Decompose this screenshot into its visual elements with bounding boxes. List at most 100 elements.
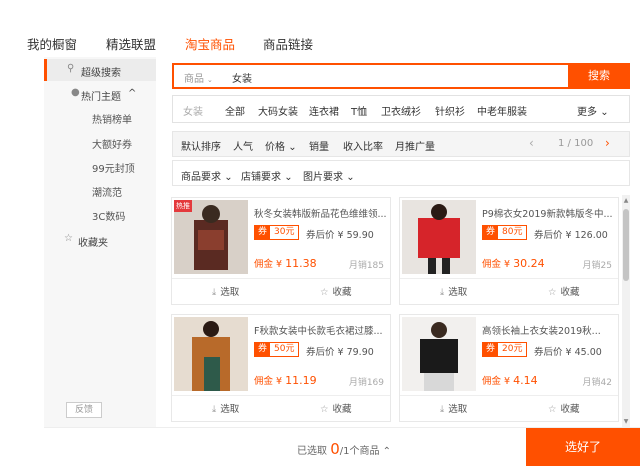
category-hoodie[interactable]: 卫衣绒衫	[381, 103, 421, 118]
sidebar-sub-99-cap[interactable]: 99元封顶	[92, 160, 135, 175]
download-icon: ⤓	[440, 287, 445, 298]
sidebar-sub-trend[interactable]: 潮流范	[92, 184, 122, 199]
category-dress[interactable]: 连衣裙	[309, 103, 339, 118]
select-button[interactable]: ⤓ 选取	[212, 284, 239, 298]
flame-icon: ●	[71, 87, 80, 98]
coupon-value: 20元	[502, 344, 523, 354]
selection-summary[interactable]: 已选取 0/1个商品 ⌃	[297, 440, 391, 458]
category-plus-size[interactable]: 大码女装	[258, 103, 298, 118]
commission-label: 佣金 ¥	[482, 259, 511, 270]
after-coupon-price: 券后价 ¥ 126.00	[534, 230, 608, 241]
sort-default[interactable]: 默认排序	[181, 138, 221, 153]
category-tshirt[interactable]: T恤	[351, 103, 367, 118]
scroll-up-icon[interactable]: ▲	[622, 197, 630, 204]
product-title[interactable]: 秋冬女装韩版新品花色维维领...	[254, 206, 386, 220]
star-icon: ☆	[548, 404, 557, 415]
select-button[interactable]: ⤓ 选取	[212, 401, 239, 415]
sort-sales[interactable]: 销量	[309, 138, 329, 153]
sidebar-item-super-search[interactable]: ⚲ 超级搜索	[44, 59, 156, 81]
commission: 佣金 ¥ 30.24	[482, 256, 545, 270]
commission-value: 30.24	[513, 257, 545, 270]
collect-button[interactable]: ☆ 收藏	[320, 401, 352, 415]
after-coupon-price: 券后价 ¥ 59.90	[306, 230, 374, 241]
card-divider	[172, 395, 390, 396]
search-button[interactable]: 搜索	[568, 63, 630, 89]
coupon-label: 券	[255, 226, 271, 239]
results-scrollbar[interactable]: ▲ ▼	[622, 195, 630, 427]
download-icon: ⤓	[212, 287, 217, 298]
tab-my-window[interactable]: 我的橱窗	[27, 34, 77, 53]
coupon-value: 30元	[274, 227, 295, 237]
commission-value: 4.14	[513, 374, 538, 387]
collect-button[interactable]: ☆ 收藏	[548, 401, 580, 415]
product-image[interactable]	[174, 317, 248, 391]
product-image[interactable]	[402, 200, 476, 274]
filter-image-req[interactable]: 图片要求 ⌄	[303, 168, 355, 183]
chevron-down-icon: ⌄	[284, 172, 293, 183]
sidebar-item-hot-topics[interactable]: ● 热门主题 ^	[44, 83, 156, 105]
sort-income-ratio[interactable]: 收入比率	[343, 138, 383, 153]
coupon-value: 80元	[502, 227, 523, 237]
pager-next-icon[interactable]: ›	[605, 136, 610, 150]
feedback-button[interactable]: 反馈	[66, 402, 102, 418]
selection-suffix: /1个商品	[339, 446, 380, 457]
product-card[interactable]: P9棉衣女2019新款韩版冬中... 券 80元 券后价 ¥ 126.00 佣金 …	[399, 197, 619, 305]
commission: 佣金 ¥ 11.19	[254, 373, 317, 387]
chevron-down-icon: ⌄	[346, 172, 355, 183]
sidebar-item-favorites[interactable]: ☆ 收藏夹	[44, 229, 156, 251]
category-knitwear[interactable]: 针织衫	[435, 103, 465, 118]
product-card[interactable]: 高领长袖上衣女装2019秋... 券 20元 券后价 ¥ 45.00 佣金 ¥ 4…	[399, 314, 619, 422]
top-tabs: 我的橱窗 精选联盟 淘宝商品 商品链接	[0, 28, 640, 56]
pager-info: 1 / 100	[558, 138, 594, 149]
monthly-sales: 月销185	[348, 261, 384, 271]
product-title[interactable]: F秋款女装中长款毛衣裙过膝...	[254, 323, 386, 337]
coupon-badge: 券 50元	[254, 342, 300, 357]
sort-price[interactable]: 价格 ⌄	[265, 138, 297, 153]
coupon-label: 券	[483, 226, 499, 239]
chevron-down-icon: ⌄	[224, 172, 233, 183]
collect-label: 收藏	[560, 404, 580, 415]
product-title[interactable]: 高领长袖上衣女装2019秋...	[482, 323, 614, 337]
sort-monthly-promo[interactable]: 月推广量	[395, 138, 435, 153]
filter-bar: 商品要求 ⌄ 店铺要求 ⌄ 图片要求 ⌄	[172, 160, 630, 186]
search-scope-select[interactable]: 商品 ⌄	[184, 70, 213, 85]
collect-button[interactable]: ☆ 收藏	[548, 284, 580, 298]
search-input[interactable]: 女装	[232, 70, 252, 85]
product-image[interactable]: 热推	[174, 200, 248, 274]
star-icon: ☆	[320, 287, 329, 298]
filter-shop-req[interactable]: 店铺要求 ⌄	[241, 168, 293, 183]
scroll-down-icon[interactable]: ▼	[622, 418, 630, 425]
pager-prev-icon[interactable]: ‹	[529, 136, 534, 150]
sidebar-item-label: 热门主题	[81, 92, 121, 103]
product-title[interactable]: P9棉衣女2019新款韩版冬中...	[482, 206, 614, 220]
coupon-badge: 券 30元	[254, 225, 300, 240]
sort-popularity[interactable]: 人气	[233, 138, 253, 153]
chevron-up-icon: ^	[128, 88, 137, 99]
tab-taobao-products[interactable]: 淘宝商品	[185, 34, 235, 53]
done-button[interactable]: 选好了	[526, 428, 640, 466]
tab-product-link[interactable]: 商品链接	[263, 34, 313, 53]
category-elderly[interactable]: 中老年服装	[477, 103, 527, 118]
product-image[interactable]	[402, 317, 476, 391]
product-card[interactable]: F秋款女装中长款毛衣裙过膝... 券 50元 券后价 ¥ 79.90 佣金 ¥ 1…	[171, 314, 391, 422]
select-button[interactable]: ⤓ 选取	[440, 284, 467, 298]
product-card[interactable]: 热推 秋冬女装韩版新品花色维维领... 券 30元 券后价 ¥ 59.90 佣金 …	[171, 197, 391, 305]
scrollbar-thumb[interactable]	[623, 209, 629, 281]
card-divider	[172, 278, 390, 279]
sidebar-sub-3c[interactable]: 3C数码	[92, 208, 125, 223]
download-icon: ⤓	[212, 404, 217, 415]
filter-product-req[interactable]: 商品要求 ⌄	[181, 168, 233, 183]
sort-price-label: 价格	[265, 142, 285, 153]
sort-bar: 默认排序 人气 价格 ⌄ 销量 收入比率 月推广量 ‹ 1 / 100 ›	[172, 131, 630, 157]
collect-button[interactable]: ☆ 收藏	[320, 284, 352, 298]
category-more[interactable]: 更多 ⌄	[577, 103, 609, 118]
chevron-down-icon: ⌄	[600, 107, 609, 118]
monthly-sales: 月销25	[582, 261, 612, 271]
category-all[interactable]: 全部	[225, 103, 245, 118]
commission-label: 佣金 ¥	[482, 376, 511, 387]
tab-selected-alliance[interactable]: 精选联盟	[106, 34, 156, 53]
sidebar-sub-big-coupon[interactable]: 大额好券	[92, 136, 132, 151]
sidebar-sub-hot-list[interactable]: 热销榜单	[92, 111, 132, 126]
commission-value: 11.19	[285, 374, 317, 387]
select-button[interactable]: ⤓ 选取	[440, 401, 467, 415]
